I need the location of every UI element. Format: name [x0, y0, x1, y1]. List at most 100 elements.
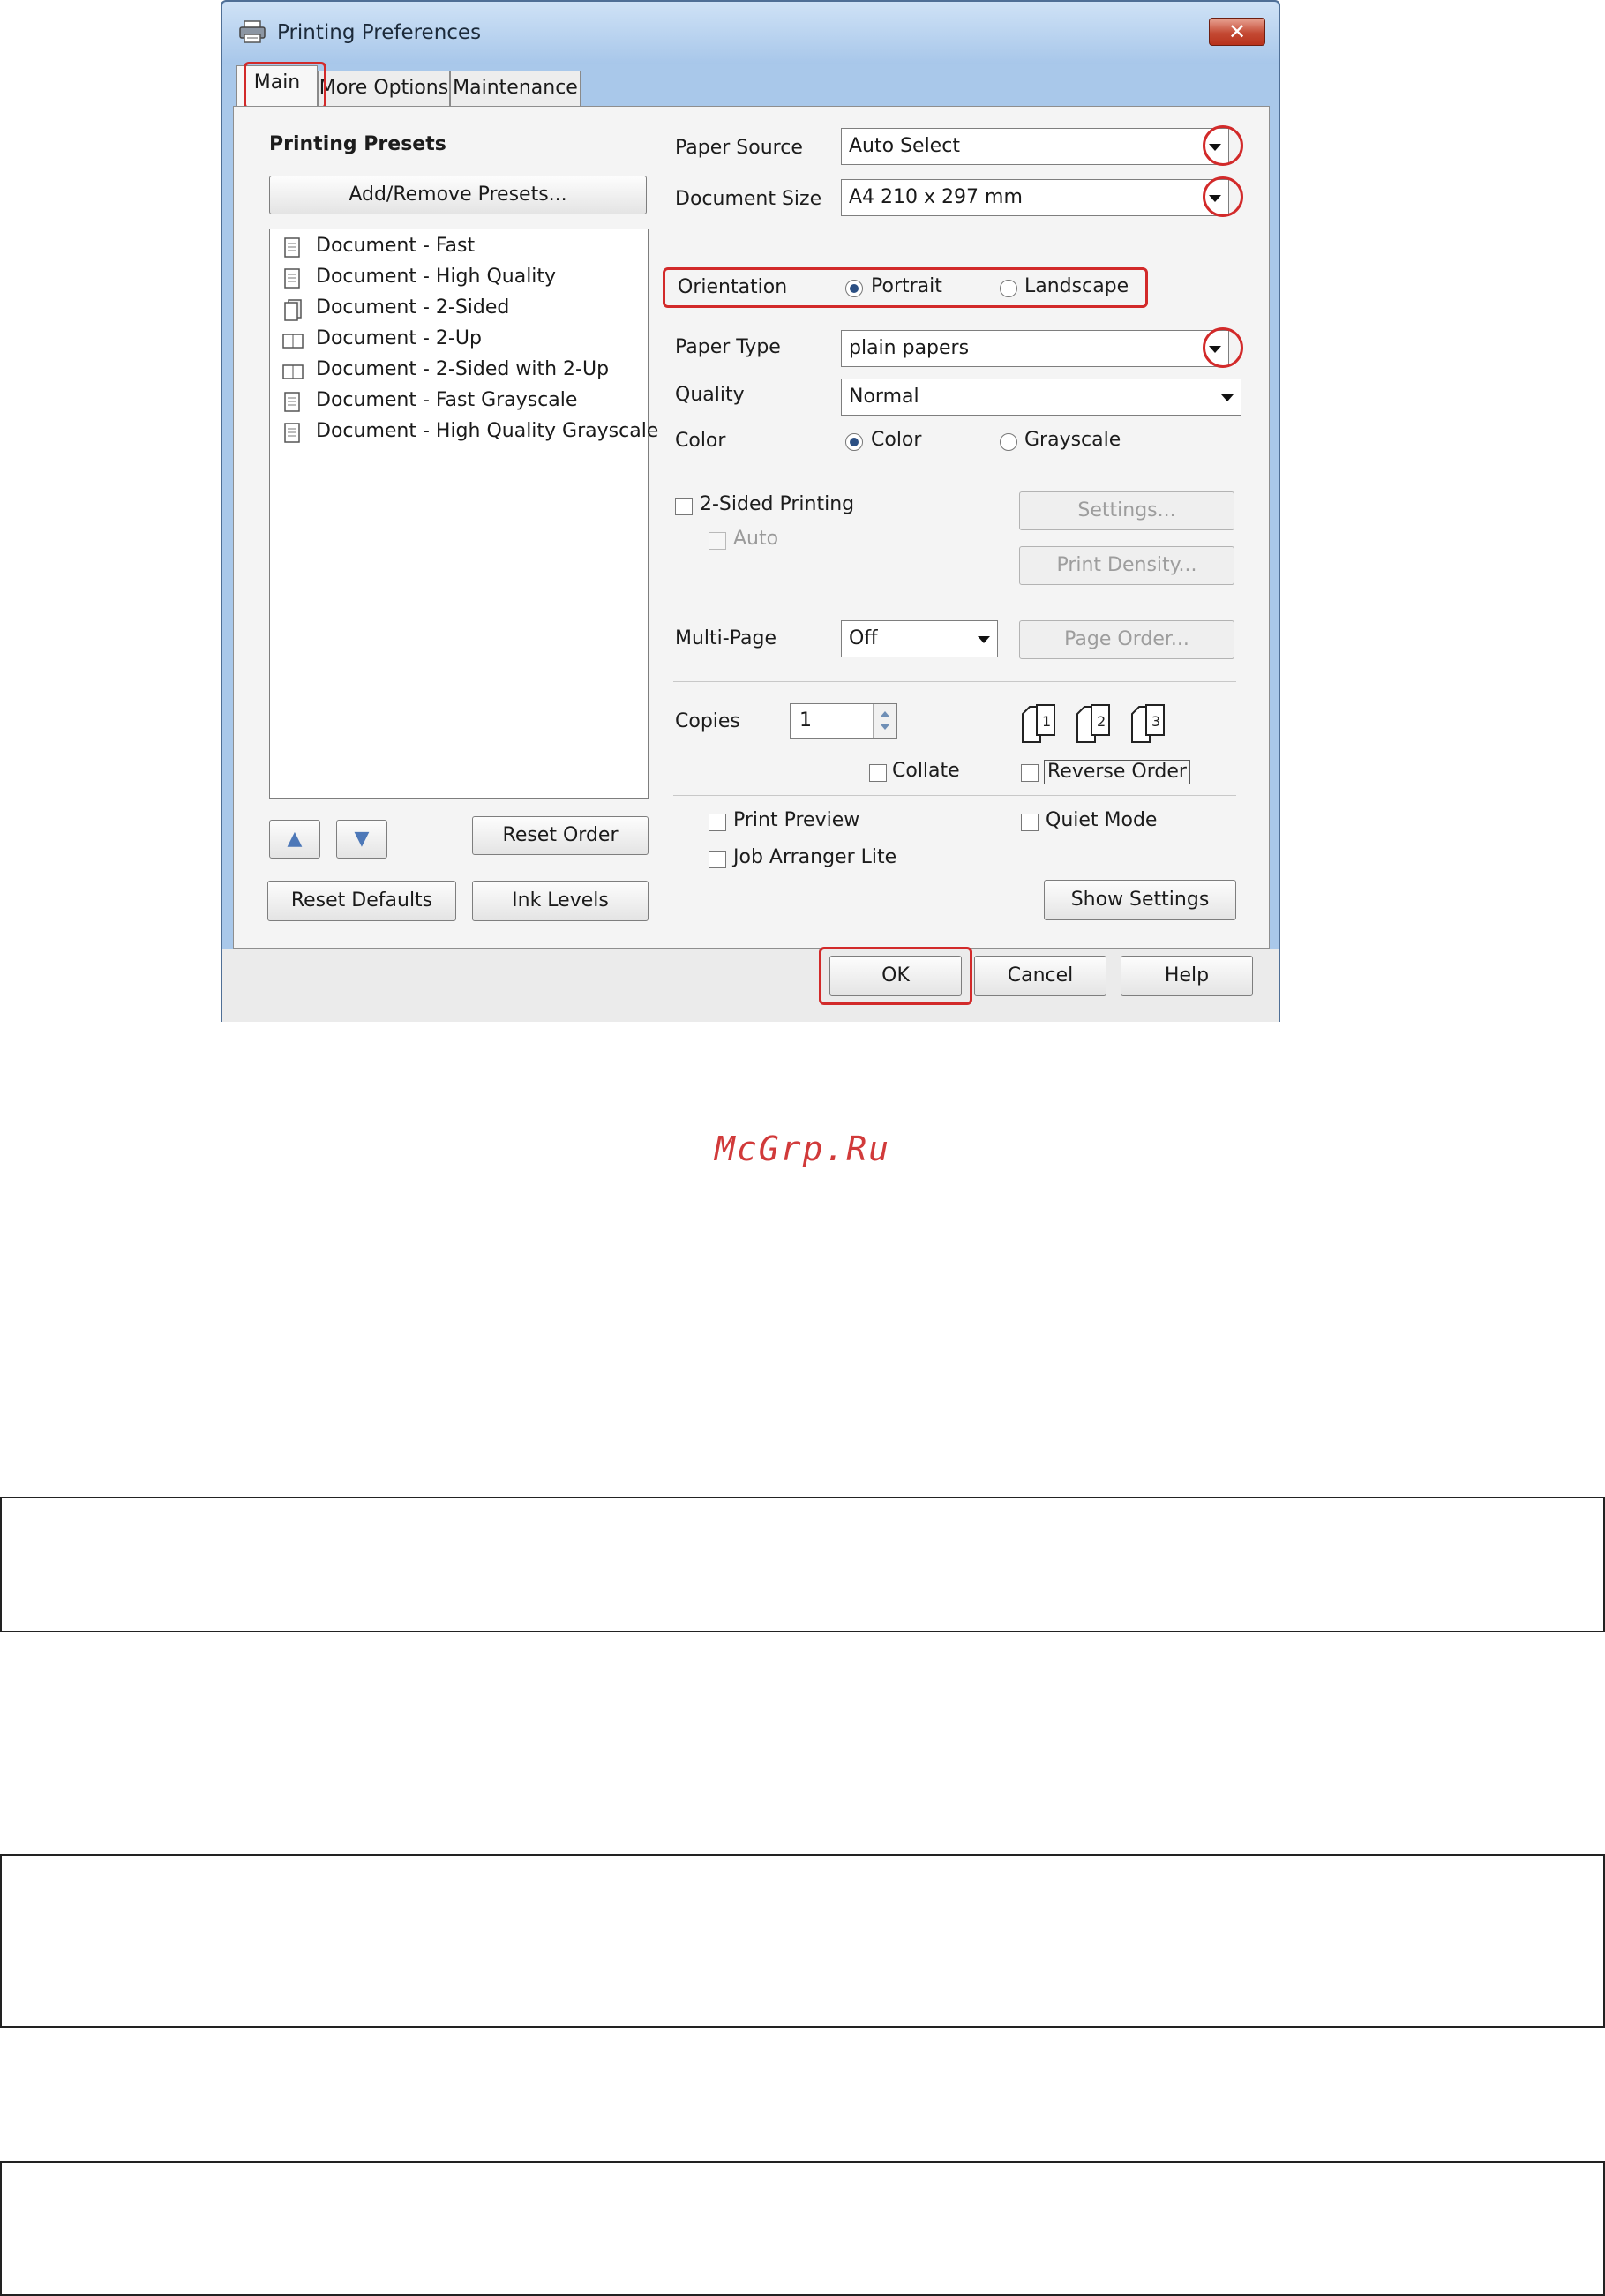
paper-source-label: Paper Source: [675, 137, 803, 159]
paper-source-select[interactable]: Auto Select: [841, 128, 1229, 165]
document-size-select[interactable]: A4 210 x 297 mm: [841, 179, 1229, 216]
move-up-button[interactable]: ▲: [269, 820, 320, 859]
job-arranger-checkbox[interactable]: [709, 851, 726, 868]
document-icon: [284, 392, 300, 412]
preset-label: Document - High Quality: [316, 266, 557, 288]
multi-page-value: Off: [849, 627, 878, 649]
color-label: Color: [675, 430, 726, 452]
copies-input[interactable]: 1: [790, 703, 897, 739]
two-sided-icon: [284, 299, 302, 321]
presets-list[interactable]: Document - Fast Document - High Quality …: [269, 229, 658, 799]
reset-order-button[interactable]: Reset Order: [472, 816, 649, 855]
copies-label: Copies: [675, 710, 740, 732]
highlight-paper-source-dropdown: [1203, 125, 1243, 166]
window-title: Printing Preferences: [277, 21, 482, 44]
grayscale-label: Grayscale: [1024, 429, 1121, 451]
page-order-button[interactable]: Page Order...: [1019, 620, 1234, 659]
divider: [673, 681, 1236, 682]
arrow-down-icon: ▼: [354, 828, 370, 850]
paper-type-select[interactable]: plain papers: [841, 330, 1229, 367]
paper-type-label: Paper Type: [675, 336, 781, 358]
portrait-label: Portrait: [871, 275, 942, 297]
copies-stepper[interactable]: [873, 704, 896, 738]
color-option-label: Color: [871, 429, 922, 451]
paper-source-value: Auto Select: [849, 135, 960, 157]
landscape-label: Landscape: [1024, 275, 1129, 297]
preset-label: Document - 2-Sided: [316, 296, 510, 319]
chevron-down-icon: [1221, 394, 1234, 401]
tab-more-options[interactable]: More Options: [318, 71, 450, 107]
orientation-label: Orientation: [678, 276, 788, 298]
quality-value: Normal: [849, 386, 919, 408]
landscape-radio[interactable]: [1000, 280, 1017, 297]
presets-heading: Printing Presets: [269, 133, 446, 155]
copy-order-icon: 1 2 3: [1022, 704, 1165, 743]
step-down-icon: [880, 724, 890, 730]
title-bar[interactable]: Printing Preferences ✕: [222, 2, 1279, 64]
two-sided-label: 2-Sided Printing: [700, 493, 855, 515]
portrait-radio[interactable]: [845, 280, 863, 297]
cancel-button[interactable]: Cancel: [974, 956, 1106, 996]
preset-label: Document - Fast: [316, 235, 476, 257]
tab-bar: Main More Options Maintenance: [231, 65, 1271, 109]
highlight-paper-type-dropdown: [1203, 327, 1243, 368]
quality-select[interactable]: Normal: [841, 379, 1241, 416]
watermark-text: McGrp.Ru: [714, 1129, 891, 1168]
color-radio[interactable]: [845, 433, 863, 451]
arrow-up-icon: ▲: [287, 828, 303, 850]
content-box: [0, 1497, 1605, 1632]
reverse-order-checkbox[interactable]: [1021, 764, 1039, 782]
document-icon: [284, 423, 300, 443]
chevron-down-icon: [978, 636, 990, 643]
reverse-order-label: Reverse Order: [1044, 760, 1190, 784]
reset-defaults-button[interactable]: Reset Defaults: [267, 881, 456, 921]
show-settings-button[interactable]: Show Settings: [1044, 880, 1236, 920]
document-icon: [284, 268, 300, 289]
copy-number: 1: [1042, 713, 1051, 730]
highlight-main-tab: [244, 62, 326, 109]
main-tab-panel: Printing Presets Add/Remove Presets... D…: [233, 106, 1270, 949]
printer-icon: [239, 20, 266, 43]
help-button[interactable]: Help: [1121, 956, 1253, 996]
content-box: [0, 1854, 1605, 2028]
copies-value: 1: [799, 709, 812, 732]
tab-more-options-label: More Options: [319, 77, 449, 99]
tab-maintenance[interactable]: Maintenance: [450, 71, 581, 107]
ink-levels-button[interactable]: Ink Levels: [472, 881, 649, 921]
content-box: [0, 2161, 1605, 2296]
copy-number: 2: [1097, 713, 1106, 730]
highlight-document-size-dropdown: [1203, 176, 1243, 217]
auto-checkbox[interactable]: [709, 532, 726, 550]
settings-button[interactable]: Settings...: [1019, 491, 1234, 530]
document-size-label: Document Size: [675, 188, 822, 210]
quiet-mode-label: Quiet Mode: [1046, 809, 1158, 831]
multi-page-select[interactable]: Off: [841, 620, 998, 657]
job-arranger-label: Job Arranger Lite: [733, 846, 897, 868]
document-icon: [284, 237, 300, 258]
document-size-value: A4 210 x 297 mm: [849, 186, 1023, 208]
printing-preferences-window: Printing Preferences ✕ Main More Options…: [221, 0, 1280, 1022]
preset-label: Document - 2-Sided with 2-Up: [316, 358, 610, 380]
divider: [673, 795, 1236, 796]
print-preview-label: Print Preview: [733, 809, 860, 831]
print-density-button[interactable]: Print Density...: [1019, 546, 1234, 585]
multi-page-label: Multi-Page: [675, 627, 776, 649]
copy-number: 3: [1151, 713, 1160, 730]
quiet-mode-checkbox[interactable]: [1021, 814, 1039, 831]
auto-label: Auto: [733, 528, 779, 550]
grayscale-radio[interactable]: [1000, 433, 1017, 451]
paper-type-value: plain papers: [849, 337, 970, 359]
collate-checkbox[interactable]: [869, 764, 887, 782]
print-preview-checkbox[interactable]: [709, 814, 726, 831]
add-remove-presets-button[interactable]: Add/Remove Presets...: [269, 176, 647, 214]
two-sided-checkbox[interactable]: [675, 498, 693, 515]
preset-label: Document - High Quality Grayscale: [316, 420, 659, 442]
tab-maintenance-label: Maintenance: [453, 77, 578, 99]
preset-label: Document - Fast Grayscale: [316, 389, 578, 411]
close-button[interactable]: ✕: [1209, 18, 1265, 46]
two-up-icon: [282, 364, 304, 379]
preset-label: Document - 2-Up: [316, 327, 482, 349]
dialog-footer: OK Cancel Help: [222, 947, 1279, 1022]
two-up-icon: [282, 334, 304, 349]
move-down-button[interactable]: ▼: [336, 820, 387, 859]
